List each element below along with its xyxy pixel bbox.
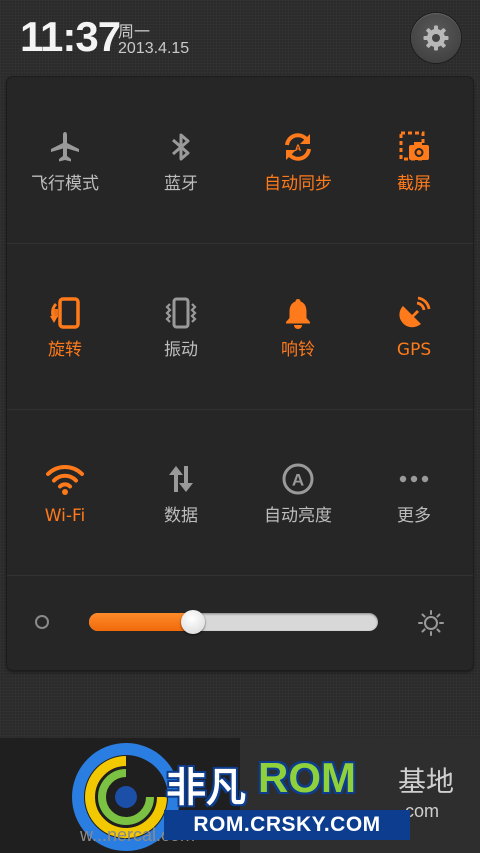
svg-text:A: A <box>295 143 302 153</box>
brightness-thumb[interactable] <box>181 610 205 634</box>
toggle-row: 飞行模式 蓝牙 A 自动同步 截屏 <box>7 77 473 244</box>
toggle-ringer[interactable]: 响铃 <box>240 243 356 409</box>
toggle-label: GPS <box>396 340 432 360</box>
toggle-label: 飞行模式 <box>31 174 99 194</box>
toggle-airplane-mode[interactable]: 飞行模式 <box>7 77 123 243</box>
toggle-label: Wi-Fi <box>44 506 86 526</box>
toggle-bluetooth[interactable]: 蓝牙 <box>123 77 239 243</box>
toggle-auto-brightness[interactable]: A 自动亮度 <box>240 409 356 575</box>
watermark-brand-en: ROM <box>258 754 356 801</box>
date: 2013.4.15 <box>118 40 190 57</box>
toggle-grid: 飞行模式 蓝牙 A 自动同步 截屏 旋转 振动 响铃 GPS Wi-Fi 数据 … <box>7 77 473 576</box>
brightness-high-icon <box>418 610 444 636</box>
toggle-wifi[interactable]: Wi-Fi <box>7 409 123 575</box>
weekday: 周一 <box>118 22 151 41</box>
toggle-label: 数据 <box>164 506 198 526</box>
toggle-vibrate[interactable]: 振动 <box>123 243 239 409</box>
brightness-fill <box>89 613 193 631</box>
toggle-row: Wi-Fi 数据 A 自动亮度 更多 <box>7 409 473 576</box>
auto-brightness-icon: A <box>278 459 318 499</box>
watermark-url: ROM.CRSKY.COM <box>164 810 410 840</box>
screenshot-icon <box>394 127 434 167</box>
data-icon <box>161 459 201 499</box>
bluetooth-icon <box>161 127 201 167</box>
airplane-icon <box>45 127 85 167</box>
toggle-more[interactable]: 更多 <box>356 409 472 575</box>
toggle-rotate[interactable]: 旋转 <box>7 243 123 409</box>
toggle-label: 响铃 <box>281 340 315 360</box>
brightness-low-icon <box>35 615 49 629</box>
vibrate-icon <box>161 293 201 333</box>
watermark-brand-cn: 非凡 <box>166 765 246 811</box>
gear-icon <box>423 25 449 51</box>
toggle-mobile-data[interactable]: 数据 <box>123 409 239 575</box>
watermark-faint-text: 基地 <box>398 765 455 798</box>
sync-icon: A <box>278 127 318 167</box>
toggle-label: 旋转 <box>48 340 82 360</box>
clock-time: 11:37 <box>20 13 121 60</box>
toggle-screenshot[interactable]: 截屏 <box>356 77 472 243</box>
brightness-control <box>7 575 473 670</box>
settings-button[interactable] <box>411 13 461 63</box>
toggle-label: 截屏 <box>397 174 431 194</box>
brightness-slider[interactable] <box>89 613 378 631</box>
more-icon <box>394 459 434 499</box>
toggle-row: 旋转 振动 响铃 GPS <box>7 243 473 410</box>
quick-settings-panel: 飞行模式 蓝牙 A 自动同步 截屏 旋转 振动 响铃 GPS Wi-Fi 数据 … <box>7 77 473 670</box>
toggle-label: 自动同步 <box>264 174 332 194</box>
wifi-icon <box>45 459 85 499</box>
toggle-label: 更多 <box>397 506 431 526</box>
toggle-auto-sync[interactable]: A 自动同步 <box>240 77 356 243</box>
toggle-label: 蓝牙 <box>164 174 198 194</box>
bell-icon <box>278 293 318 333</box>
toggle-label: 振动 <box>164 340 198 360</box>
rotate-icon <box>45 293 85 333</box>
notification-header: 11:37 周一 2013.4.15 <box>0 0 480 76</box>
toggle-gps[interactable]: GPS <box>356 243 472 409</box>
gps-icon <box>394 293 434 333</box>
svg-text:A: A <box>292 471 304 490</box>
toggle-label: 自动亮度 <box>264 506 332 526</box>
